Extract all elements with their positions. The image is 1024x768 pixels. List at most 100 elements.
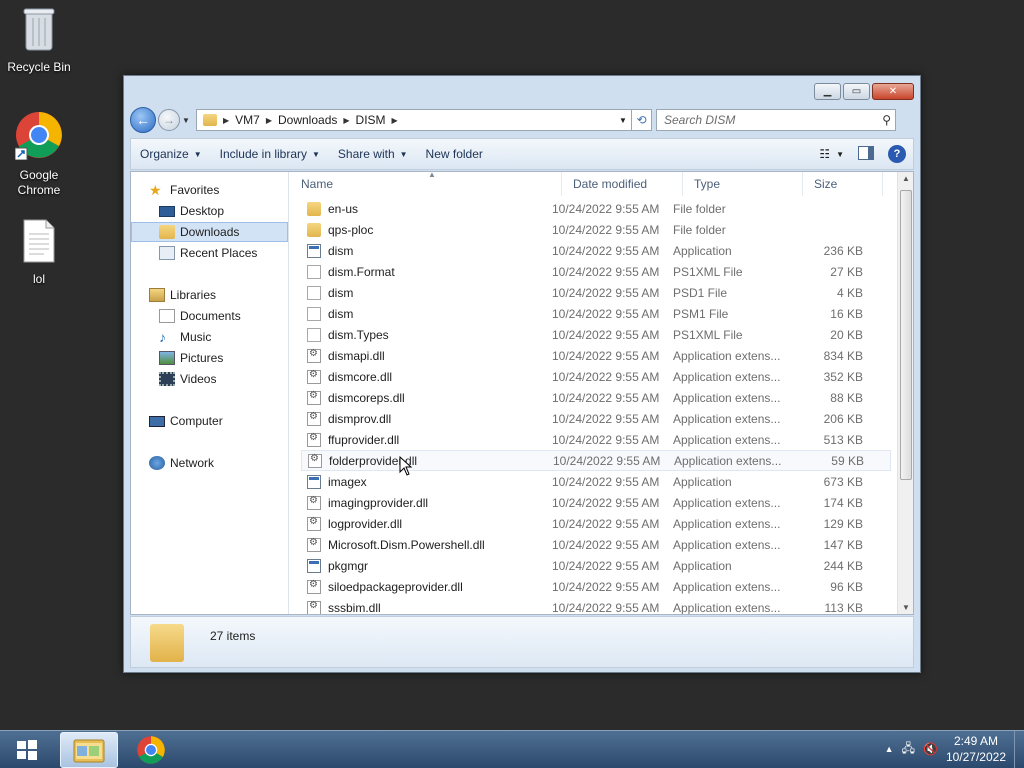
file-date: 10/24/2022 9:55 AM — [552, 306, 660, 321]
volume-muted-icon[interactable]: 🔇 — [923, 742, 938, 756]
file-row[interactable]: dism.Format 10/24/2022 9:55 AM PS1XML File… — [301, 261, 891, 282]
file-name-cell: en-us — [301, 201, 552, 216]
file-size: 59 KB — [831, 453, 864, 468]
clock[interactable]: 2:49 AM 10/27/2022 — [946, 733, 1006, 765]
show-hidden-icons-icon[interactable]: ▲ — [885, 744, 894, 754]
file-row[interactable]: dismprov.dll 10/24/2022 9:55 AM Applicatio… — [301, 408, 891, 429]
new-folder-button[interactable]: New folder — [417, 147, 492, 161]
nav-libraries[interactable]: Libraries — [131, 285, 288, 305]
network-status-icon[interactable]: 🖧 — [902, 739, 915, 760]
nav-desktop[interactable]: Desktop — [131, 201, 288, 221]
forward-button[interactable]: → — [158, 109, 180, 131]
search-placeholder: Search DISM — [664, 113, 736, 127]
include-in-library-button[interactable]: Include in library ▼ — [211, 147, 329, 161]
nav-music[interactable]: ♪ Music — [131, 327, 288, 347]
start-button[interactable] — [10, 738, 44, 762]
file-date: 10/24/2022 9:55 AM — [552, 222, 660, 237]
show-desktop-button[interactable] — [1014, 731, 1024, 768]
vertical-scrollbar[interactable]: ▲ ▼ — [897, 172, 913, 614]
search-icon[interactable]: ⚲ — [882, 113, 891, 127]
file-row[interactable]: logprovider.dll 10/24/2022 9:55 AM Applica… — [301, 513, 891, 534]
file-row[interactable]: dism 10/24/2022 9:55 AM Application 236 KB — [301, 240, 891, 261]
dll-file-icon — [307, 348, 321, 363]
address-bar[interactable]: ▶ VM7 ▶ Downloads ▶ DISM ▶ ▼ — [196, 109, 632, 131]
nav-downloads[interactable]: Downloads — [131, 222, 288, 242]
nav-videos[interactable]: Videos — [131, 369, 288, 389]
file-row[interactable]: en-us 10/24/2022 9:55 AM File folder — [301, 198, 891, 219]
doc-file-icon — [307, 306, 321, 321]
file-date: 10/24/2022 9:55 AM — [552, 495, 660, 510]
address-dropdown-icon[interactable]: ▼ — [615, 116, 631, 125]
nav-pictures[interactable]: Pictures — [131, 348, 288, 368]
search-input[interactable]: Search DISM ⚲ — [656, 109, 896, 131]
file-name-cell: dismprov.dll — [301, 411, 552, 426]
breadcrumb-dism[interactable]: DISM — [350, 113, 392, 127]
back-arrow-icon: ← — [136, 112, 150, 128]
share-with-button[interactable]: Share with ▼ — [329, 147, 417, 161]
file-row[interactable]: qps-ploc 10/24/2022 9:55 AM File folder — [301, 219, 891, 240]
file-type: Application extens... — [673, 411, 781, 426]
file-name-cell: siloedpackageprovider.dll — [301, 579, 552, 594]
file-row[interactable]: dism.Types 10/24/2022 9:55 AM PS1XML File 2… — [301, 324, 891, 345]
file-row[interactable]: dismcoreps.dll 10/24/2022 9:55 AM Applicat… — [301, 387, 891, 408]
title-bar[interactable]: ▁ ▭ ✕ — [124, 76, 920, 106]
file-row[interactable]: pkgmgr 10/24/2022 9:55 AM Application 244 K… — [301, 555, 891, 576]
scroll-down-icon[interactable]: ▼ — [898, 603, 914, 612]
close-button[interactable]: ✕ — [872, 83, 914, 100]
file-row[interactable]: ffuprovider.dll 10/24/2022 9:55 AM Applica… — [301, 429, 891, 450]
file-row[interactable]: imagingprovider.dll 10/24/2022 9:55 AM App… — [301, 492, 891, 513]
taskbar-explorer-button[interactable] — [60, 732, 118, 768]
file-name-cell: dism.Format — [301, 264, 552, 279]
file-name-cell: sssbim.dll — [301, 600, 552, 614]
nav-documents[interactable]: Documents — [131, 306, 288, 326]
file-row[interactable]: folderprovider.dll10/24/2022 9:55 AM Appl… — [301, 450, 891, 471]
maximize-button[interactable]: ▭ — [843, 83, 870, 100]
preview-pane-button[interactable] — [858, 145, 874, 163]
scroll-up-icon[interactable]: ▲ — [898, 174, 914, 183]
nav-favorites[interactable]: ★ Favorites — [131, 180, 288, 200]
text-file-icon — [1, 218, 77, 268]
nav-computer[interactable]: Computer — [131, 411, 288, 431]
file-row[interactable]: dism 10/24/2022 9:55 AM PSD1 File 4 KB — [301, 282, 891, 303]
breadcrumb-vm7[interactable]: VM7 — [229, 113, 266, 127]
chrome-icon — [137, 736, 165, 764]
file-name-cell: dismapi.dll — [301, 348, 552, 363]
clock-time: 2:49 AM — [953, 734, 998, 748]
minimize-button[interactable]: ▁ — [814, 83, 841, 100]
help-button[interactable]: ? — [888, 145, 906, 163]
scrollbar-thumb[interactable] — [900, 190, 912, 480]
file-date: 10/24/2022 9:55 AM — [552, 474, 660, 489]
file-row[interactable]: sssbim.dll 10/24/2022 9:55 AM Application … — [301, 597, 891, 614]
chevron-down-icon: ▼ — [399, 149, 408, 159]
file-row[interactable]: siloedpackageprovider.dll 10/24/2022 9:55… — [301, 576, 891, 597]
file-size: 96 KB — [830, 579, 863, 594]
file-date: 10/24/2022 9:55 AM — [552, 579, 660, 594]
file-row[interactable]: dismapi.dll 10/24/2022 9:55 AM Application… — [301, 345, 891, 366]
file-name-cell: logprovider.dll — [301, 516, 552, 531]
view-options-button[interactable]: ☷ ▼ — [819, 147, 844, 161]
app-file-icon — [307, 558, 321, 573]
breadcrumb-arrow-icon[interactable]: ▶ — [392, 116, 398, 125]
file-name-cell: dism — [301, 243, 552, 258]
folder-file-icon — [307, 222, 321, 237]
file-row[interactable]: dismcore.dll 10/24/2022 9:55 AM Applicatio… — [301, 366, 891, 387]
taskbar-chrome-button[interactable] — [122, 732, 180, 768]
desktop-icon-google-chrome[interactable]: Google Chrome — [1, 110, 77, 198]
system-tray: ▲ 🖧 🔇 2:49 AM 10/27/2022 — [885, 733, 1006, 765]
nav-recent-places[interactable]: Recent Places — [131, 243, 288, 263]
desktop-icon-lol[interactable]: lol — [1, 218, 77, 287]
file-row[interactable]: dism 10/24/2022 9:55 AM PSM1 File 16 KB — [301, 303, 891, 324]
nav-network[interactable]: Network — [131, 453, 288, 473]
back-button[interactable]: ← — [130, 107, 156, 133]
file-row[interactable]: Microsoft.Dism.Powershell.dll 10/24/2022 … — [301, 534, 891, 555]
file-type: Application extens... — [673, 600, 781, 615]
refresh-button[interactable]: ⟲ — [632, 109, 652, 131]
desktop-icon-recycle-bin[interactable]: Recycle Bin — [1, 6, 77, 75]
libraries-icon — [149, 288, 165, 302]
file-date: 10/24/2022 9:55 AM — [552, 348, 660, 363]
dll-file-icon — [307, 390, 321, 405]
organize-button[interactable]: Organize ▼ — [131, 147, 211, 161]
breadcrumb-downloads[interactable]: Downloads — [272, 113, 343, 127]
file-row[interactable]: imagex 10/24/2022 9:55 AM Application 673 K… — [301, 471, 891, 492]
recent-pages-dropdown[interactable]: ▼ — [182, 116, 192, 125]
